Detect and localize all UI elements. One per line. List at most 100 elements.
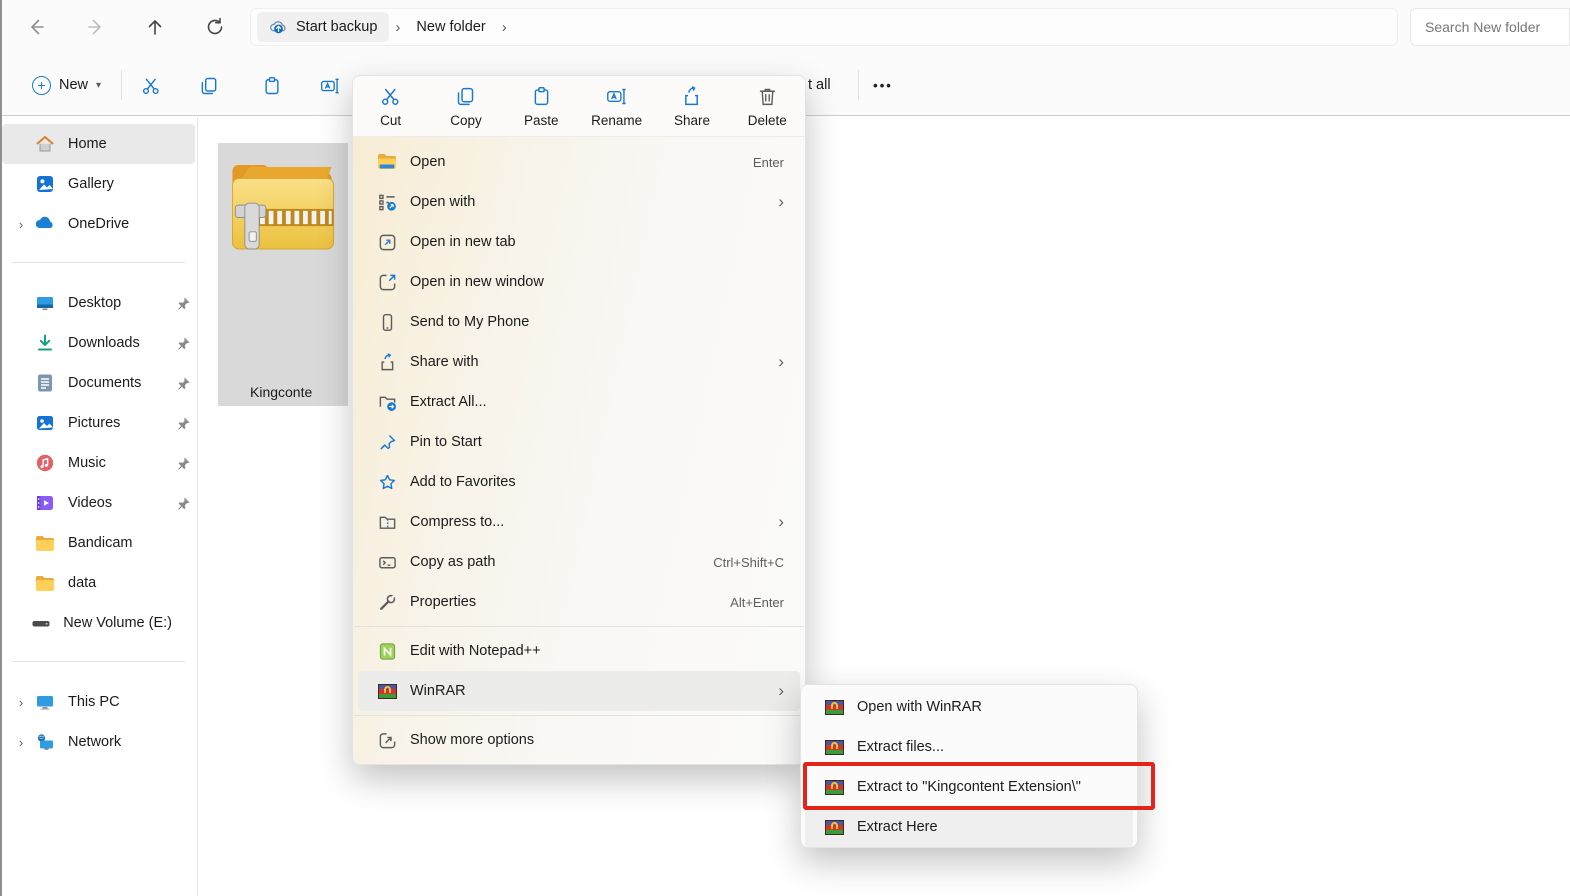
star-icon bbox=[374, 472, 400, 492]
desktop-icon bbox=[34, 292, 56, 314]
copy-icon bbox=[455, 86, 476, 107]
select-all-label-fragment[interactable]: t all bbox=[808, 77, 831, 93]
sidebar-item-pictures[interactable]: Pictures bbox=[0, 403, 197, 443]
menu-item-properties[interactable]: Properties Alt+Enter bbox=[358, 582, 800, 622]
sidebar-item-new-volume[interactable]: New Volume (E:) bbox=[0, 603, 197, 643]
share-icon bbox=[681, 86, 702, 107]
chevron-right-icon[interactable]: › bbox=[8, 217, 34, 232]
quick-action-copy[interactable]: Copy bbox=[428, 86, 503, 128]
sidebar-divider bbox=[12, 262, 185, 263]
menu-item-send-to-my-phone[interactable]: Send to My Phone bbox=[358, 302, 800, 342]
chevron-right-icon bbox=[778, 352, 784, 372]
menu-divider bbox=[354, 626, 804, 627]
quick-action-rename[interactable]: Rename bbox=[579, 86, 654, 128]
winrar-icon bbox=[825, 740, 844, 755]
sidebar-item-gallery[interactable]: Gallery bbox=[0, 164, 197, 204]
submenu-item-extract-here[interactable]: Extract Here bbox=[805, 807, 1133, 847]
pin-icon bbox=[169, 296, 197, 311]
menu-item-open[interactable]: Open Enter bbox=[358, 142, 800, 182]
pin-icon bbox=[169, 456, 197, 471]
open-new-window-icon bbox=[374, 272, 400, 292]
submenu-item-open-with-winrar[interactable]: Open with WinRAR bbox=[805, 687, 1133, 727]
sidebar-item-desktop[interactable]: Desktop bbox=[0, 283, 197, 323]
paste-button[interactable] bbox=[254, 71, 290, 101]
sidebar-item-data[interactable]: data bbox=[0, 563, 197, 603]
onedrive-icon bbox=[34, 213, 56, 235]
back-button[interactable] bbox=[19, 11, 53, 43]
winrar-icon bbox=[378, 684, 397, 699]
context-menu: Cut Copy Paste Rename Share Delete bbox=[352, 75, 806, 765]
refresh-button[interactable] bbox=[198, 11, 232, 43]
rename-icon bbox=[606, 86, 627, 107]
breadcrumb-current[interactable]: New folder bbox=[406, 19, 495, 35]
menu-item-share-with[interactable]: Share with bbox=[358, 342, 800, 382]
menu-item-add-to-favorites[interactable]: Add to Favorites bbox=[358, 462, 800, 502]
videos-icon bbox=[34, 492, 56, 514]
see-more-button[interactable]: ••• bbox=[866, 71, 900, 99]
menu-item-open-with[interactable]: Open with bbox=[358, 182, 800, 222]
chevron-right-icon[interactable]: › bbox=[8, 695, 34, 710]
menu-item-show-more-options[interactable]: Show more options bbox=[358, 720, 800, 760]
menu-item-open-in-new-window[interactable]: Open in new window bbox=[358, 262, 800, 302]
copy-icon bbox=[199, 76, 219, 96]
share-with-icon bbox=[374, 352, 400, 372]
sidebar-item-this-pc[interactable]: › This PC bbox=[0, 682, 197, 722]
copy-button[interactable] bbox=[191, 71, 227, 101]
breadcrumb-root[interactable]: Start backup bbox=[257, 12, 389, 42]
copy-as-path-icon bbox=[374, 552, 400, 572]
rename-button[interactable] bbox=[312, 71, 348, 101]
zipped-folder-icon bbox=[221, 155, 345, 264]
breadcrumb-separator: › bbox=[389, 19, 406, 36]
quick-action-share[interactable]: Share bbox=[654, 86, 729, 128]
menu-item-extract-all[interactable]: Extract All... bbox=[358, 382, 800, 422]
zip-file-tile[interactable]: Kingconte bbox=[218, 143, 348, 406]
sidebar-item-home[interactable]: Home bbox=[2, 124, 195, 164]
quick-action-delete[interactable]: Delete bbox=[730, 86, 805, 128]
home-icon bbox=[34, 133, 56, 155]
sidebar-item-documents[interactable]: Documents bbox=[0, 363, 197, 403]
plus-icon: + bbox=[32, 76, 51, 95]
menu-item-winrar[interactable]: WinRAR bbox=[358, 671, 800, 711]
menu-item-pin-to-start[interactable]: Pin to Start bbox=[358, 422, 800, 462]
sidebar-item-network[interactable]: › Network bbox=[0, 722, 197, 762]
context-menu-list: Open Enter Open with Open in new tab bbox=[353, 137, 805, 764]
winrar-submenu: Open with WinRAR Extract files... Extrac… bbox=[800, 684, 1138, 848]
folder-icon bbox=[34, 532, 56, 554]
quick-actions-row: Cut Copy Paste Rename Share Delete bbox=[353, 76, 805, 137]
menu-item-open-in-new-tab[interactable]: Open in new tab bbox=[358, 222, 800, 262]
toolbar-divider bbox=[121, 70, 122, 100]
pictures-icon bbox=[34, 412, 56, 434]
chevron-right-icon[interactable]: › bbox=[8, 735, 34, 750]
chevron-right-icon bbox=[778, 681, 784, 701]
wrench-icon bbox=[374, 592, 400, 612]
submenu-item-extract-to-folder[interactable]: Extract to "Kingcontent Extension\" bbox=[805, 767, 1133, 807]
pin-to-start-icon bbox=[374, 432, 400, 452]
pin-icon bbox=[169, 336, 197, 351]
menu-item-copy-as-path[interactable]: Copy as path Ctrl+Shift+C bbox=[358, 542, 800, 582]
quick-action-cut[interactable]: Cut bbox=[353, 86, 428, 128]
new-button[interactable]: + New ▾ bbox=[22, 68, 111, 102]
menu-divider bbox=[354, 715, 804, 716]
show-more-options-icon bbox=[374, 730, 400, 750]
forward-button[interactable] bbox=[79, 11, 113, 43]
sidebar-item-music[interactable]: Music bbox=[0, 443, 197, 483]
pin-icon bbox=[169, 376, 197, 391]
up-button[interactable] bbox=[138, 11, 172, 43]
sidebar-item-bandicam[interactable]: Bandicam bbox=[0, 523, 197, 563]
navigation-pane: Home Gallery › OneDrive Desktop bbox=[0, 117, 198, 896]
sidebar-item-onedrive[interactable]: › OneDrive bbox=[0, 204, 197, 244]
menu-item-compress-to[interactable]: Compress to... bbox=[358, 502, 800, 542]
cut-button[interactable] bbox=[133, 71, 169, 101]
search-input[interactable] bbox=[1410, 8, 1570, 46]
trash-icon bbox=[757, 86, 778, 107]
sidebar-item-videos[interactable]: Videos bbox=[0, 483, 197, 523]
sidebar-item-downloads[interactable]: Downloads bbox=[0, 323, 197, 363]
refresh-icon bbox=[205, 17, 225, 37]
chevron-right-icon bbox=[778, 512, 784, 532]
address-bar[interactable]: Start backup › New folder › bbox=[250, 8, 1398, 46]
window-left-edge bbox=[0, 0, 2, 896]
open-with-icon bbox=[374, 192, 400, 212]
quick-action-paste[interactable]: Paste bbox=[504, 86, 579, 128]
menu-item-edit-with-notepadpp[interactable]: Edit with Notepad++ bbox=[358, 631, 800, 671]
submenu-item-extract-files[interactable]: Extract files... bbox=[805, 727, 1133, 767]
